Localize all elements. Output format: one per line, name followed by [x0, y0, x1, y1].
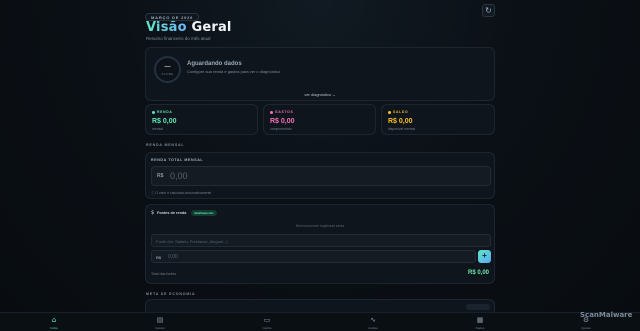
card-icon: ▭	[263, 316, 271, 324]
fontes-card: $ Fontes de renda detalhamento Nenhuma f…	[145, 204, 495, 284]
meta-toggle[interactable]	[466, 304, 490, 310]
score-label: SCORE	[161, 71, 174, 76]
nav-item-gastos[interactable]: ▤ Gastos	[140, 316, 180, 330]
saldo-dot	[388, 111, 391, 114]
renda-card: RENDA TOTAL MENSAL R$ 0,00 ⓘ O valor é c…	[145, 152, 495, 199]
score-ring: — SCORE	[154, 56, 181, 83]
fontes-total-label: Total das fontes	[151, 272, 177, 276]
nav-item-dados[interactable]: ▦ Dados	[460, 316, 500, 330]
nav-label: Gastos	[155, 326, 165, 330]
section-label-renda: RENDA MENSAL	[146, 143, 185, 147]
refresh-icon: ↻	[485, 6, 492, 15]
refresh-button[interactable]: ↻	[482, 4, 495, 17]
value-placeholder: 0,00	[168, 254, 178, 260]
stat-label: SALDO	[393, 110, 409, 114]
fontes-title: Fontes de renda	[157, 211, 187, 215]
add-source-button[interactable]: +	[478, 250, 491, 263]
database-icon: ▦	[476, 316, 484, 324]
source-name-input[interactable]: Fonte (ex: Salário, Freelance, Aluguel..…	[151, 234, 491, 247]
stat-sub: mensal	[152, 127, 163, 131]
stat-sub: comprometido	[270, 127, 292, 131]
stat-value: R$ 0,00	[388, 118, 413, 125]
nav-label: Ajustes	[581, 326, 591, 330]
gastos-dot	[270, 111, 273, 114]
score-value: —	[164, 63, 171, 70]
title-part-2: Geral	[186, 20, 232, 35]
stat-card-gastos: GASTOS R$ 0,00 comprometido	[263, 104, 376, 135]
diagnostic-title: Aguardando dados	[187, 61, 242, 67]
activity-icon: ∿	[370, 316, 376, 324]
diagnostic-card: — SCORE Aguardando dados Configure sua r…	[145, 47, 495, 101]
renda-dot	[152, 111, 155, 114]
nav-label: Análise	[368, 326, 378, 330]
renda-total-label: RENDA TOTAL MENSAL	[151, 158, 204, 162]
stat-card-saldo: SALDO R$ 0,00 disponível mensal	[381, 104, 495, 135]
stat-card-renda: RENDA R$ 0,00 mensal	[145, 104, 258, 135]
nav-label: Cartão	[262, 326, 272, 330]
stat-label: GASTOS	[275, 110, 294, 114]
fontes-total-value: R$ 0,00	[467, 270, 489, 276]
receipt-icon: ▤	[156, 316, 164, 324]
title-part-1: Visão	[146, 20, 187, 35]
renda-total-input[interactable]: R$ 0,00	[151, 166, 491, 186]
currency-label: R$	[157, 173, 164, 179]
page-subtitle: Resumo financeiro do mês atual	[146, 36, 211, 41]
renda-placeholder: 0,00	[170, 171, 188, 181]
source-value-input[interactable]: R$ 0,00	[151, 250, 476, 263]
renda-hint: ⓘ O valor é calculado automaticamente	[151, 191, 212, 195]
detalhamento-badge: detalhamento	[191, 210, 217, 216]
dollar-icon: $	[151, 210, 155, 216]
nav-item-analise[interactable]: ∿ Análise	[353, 316, 393, 330]
stat-value: R$ 0,00	[152, 118, 177, 125]
section-label-meta: META DE ECONOMIA	[146, 292, 196, 296]
view-diagnostic-link[interactable]: ver diagnóstico ⌄	[146, 92, 494, 97]
source-placeholder: Fonte (ex: Salário, Freelance, Aluguel..…	[156, 239, 228, 244]
page-title: Visão Geral	[146, 20, 232, 35]
home-icon: ⌂	[51, 316, 57, 324]
nav-item-cartao[interactable]: ▭ Cartão	[247, 316, 287, 330]
watermark: ScanMalware	[580, 311, 633, 319]
nav-label: Início	[50, 326, 58, 330]
stat-label: RENDA	[157, 110, 173, 114]
nav-label: Dados	[475, 326, 485, 330]
nav-item-inicio[interactable]: ⌂ Início	[34, 316, 74, 330]
stat-sub: disponível mensal	[388, 127, 416, 131]
currency-label: R$	[156, 255, 162, 260]
stat-value: R$ 0,00	[270, 118, 295, 125]
diagnostic-text: Configure sua renda e gastos para ver o …	[187, 69, 280, 74]
fontes-empty-text: Nenhuma fonte registrada ainda	[295, 224, 345, 228]
bottom-nav: ⌂ Início ▤ Gastos ▭ Cartão ∿ Análise ▦ D…	[0, 312, 640, 331]
